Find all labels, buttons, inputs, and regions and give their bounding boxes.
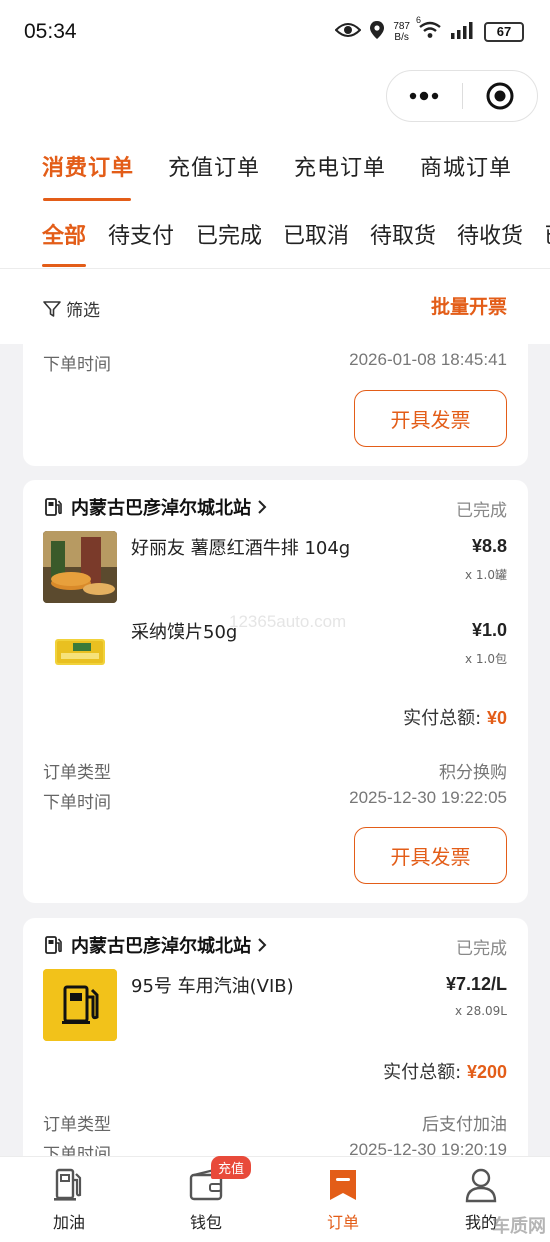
header-area: 消费订单 充值订单 充电订单 商城订单 全部 待支付 已完成 已取消 待取货 待… xyxy=(0,64,550,344)
order-total: 实付总额: ¥0 xyxy=(403,704,507,730)
status-bar: 05:34 787 B/s 6 67 xyxy=(0,0,550,64)
fuel-pump-icon xyxy=(43,969,117,1041)
network-speed-value: 787 xyxy=(393,21,410,32)
total-label: 实付总额: xyxy=(403,708,482,729)
filter-row: 筛选 批量开票 xyxy=(0,270,550,344)
order-type-label: 订单类型 xyxy=(43,763,111,783)
issue-invoice-button[interactable]: 开具发票 xyxy=(354,827,507,884)
more-dots-icon xyxy=(410,91,439,101)
subtab-completed[interactable]: 已完成 xyxy=(196,218,262,250)
filter-label: 筛选 xyxy=(66,301,100,321)
product-price: ¥7.12/L xyxy=(445,974,507,994)
tab-charging-orders[interactable]: 充电订单 xyxy=(294,150,386,182)
total-amount: ¥0 xyxy=(486,708,507,728)
order-time-label: 下单时间 xyxy=(43,793,111,813)
product-image-snack xyxy=(43,531,117,603)
close-mini-program-button[interactable] xyxy=(463,71,538,121)
battery-indicator: 67 xyxy=(484,22,524,42)
fuel-pump-icon xyxy=(54,1168,82,1201)
network-speed: 787 B/s xyxy=(393,21,410,43)
location-icon xyxy=(369,20,385,44)
station-link[interactable]: 内蒙古巴彦淖尔城北站 xyxy=(43,494,267,520)
order-time-value: 2025-12-30 19:20:19 xyxy=(349,1140,507,1156)
mini-program-capsule xyxy=(386,70,538,122)
user-icon xyxy=(465,1168,497,1203)
subtab-all[interactable]: 全部 xyxy=(42,218,86,250)
nav-label: 订单 xyxy=(326,1213,359,1232)
product-quantity: x 1.0包 xyxy=(464,652,507,666)
tab-recharge-orders[interactable]: 充值订单 xyxy=(168,150,260,182)
order-type-value: 后支付加油 xyxy=(422,1115,507,1134)
product-price: ¥8.8 xyxy=(471,536,507,556)
product-quantity: x 28.09L xyxy=(455,1004,507,1018)
subtab-pending-receipt[interactable]: 待收货 xyxy=(457,218,523,250)
order-time-label: 下单时间 xyxy=(43,1145,111,1156)
order-card[interactable]: 内蒙古巴彦淖尔城北站 已完成 好丽友 薯愿红酒牛排 104g ¥8.8 x 1.… xyxy=(23,480,528,903)
gas-station-icon xyxy=(45,936,62,954)
order-time-value: 2025-12-30 19:22:05 xyxy=(349,788,507,807)
bottom-nav: 加油 钱包 订单 我的 xyxy=(0,1156,550,1242)
network-generation: 6 xyxy=(416,15,422,25)
main-tabs: 消费订单 充值订单 充电订单 商城订单 xyxy=(0,150,550,202)
batch-invoice-button[interactable]: 批量开票 xyxy=(431,292,507,319)
tab-mall-orders[interactable]: 商城订单 xyxy=(420,150,512,182)
issue-invoice-button[interactable]: 开具发票 xyxy=(354,390,507,447)
product-image-bread-chips xyxy=(43,617,117,689)
funnel-icon xyxy=(43,300,61,317)
product-name: 采纳馍片50g xyxy=(131,622,238,643)
order-type-label: 订单类型 xyxy=(43,1115,111,1135)
order-list[interactable]: 下单时间 2026-01-08 18:45:41 开具发票 内蒙古巴彦淖尔城北站… xyxy=(0,344,550,1156)
recharge-badge[interactable]: 充值 xyxy=(211,1156,252,1179)
gas-station-icon xyxy=(45,498,62,516)
status-filter-tabs: 全部 待支付 已完成 已取消 待取货 待收货 已 xyxy=(0,218,550,270)
status-time: 05:34 xyxy=(24,20,77,43)
subtab-pending-payment[interactable]: 待支付 xyxy=(108,218,174,250)
order-time-label: 下单时间 xyxy=(43,355,111,375)
subtab-cancelled[interactable]: 已取消 xyxy=(283,218,349,250)
order-status: 已完成 xyxy=(456,501,507,521)
nav-orders[interactable]: 订单 xyxy=(298,1167,388,1233)
watermark-text: 12365auto.com xyxy=(229,612,347,631)
order-card[interactable]: 内蒙古巴彦淖尔城北站 已完成 95号 车用汽油(VIB) ¥7.12/L x 2… xyxy=(23,918,528,1156)
order-card: 下单时间 2026-01-08 18:45:41 开具发票 xyxy=(23,344,528,466)
station-name: 内蒙古巴彦淖尔城北站 xyxy=(71,498,251,519)
order-status: 已完成 xyxy=(456,939,507,959)
total-amount: ¥200 xyxy=(466,1062,507,1082)
nav-label: 加油 xyxy=(52,1213,85,1232)
network-speed-unit: B/s xyxy=(394,32,409,43)
tabs-divider xyxy=(0,268,550,269)
corner-watermark: 车质网 xyxy=(492,1216,546,1236)
order-time-value: 2026-01-08 18:45:41 xyxy=(349,350,507,369)
wifi-icon: 6 xyxy=(416,15,442,43)
filter-button[interactable]: 筛选 xyxy=(42,296,100,321)
nav-refuel[interactable]: 加油 xyxy=(24,1167,114,1233)
station-name: 内蒙古巴彦淖尔城北站 xyxy=(71,936,251,957)
product-name: 好丽友 薯愿红酒牛排 104g xyxy=(131,538,351,559)
eye-icon xyxy=(334,21,362,43)
fuel-product-tile xyxy=(43,969,117,1041)
product-price: ¥1.0 xyxy=(471,620,507,640)
order-total: 实付总额: ¥200 xyxy=(383,1058,507,1084)
main-tab-indicator xyxy=(43,198,131,201)
order-type-value: 积分换购 xyxy=(439,763,507,782)
subtab-pending-pickup[interactable]: 待取货 xyxy=(370,218,436,250)
chevron-right-icon xyxy=(258,938,267,952)
target-close-icon xyxy=(486,82,514,110)
subtab-indicator xyxy=(42,264,86,267)
station-link[interactable]: 内蒙古巴彦淖尔城北站 xyxy=(43,932,267,958)
signal-icon xyxy=(450,21,476,43)
chevron-right-icon xyxy=(258,500,267,514)
order-bookmark-icon xyxy=(330,1170,356,1200)
more-options-button[interactable] xyxy=(387,71,462,121)
status-icons: 787 B/s 6 67 xyxy=(334,15,524,44)
total-label: 实付总额: xyxy=(383,1062,462,1083)
product-quantity: x 1.0罐 xyxy=(464,568,507,582)
tab-consumption-orders[interactable]: 消费订单 xyxy=(42,150,134,182)
subtab-overflow[interactable]: 已 xyxy=(544,218,550,250)
product-name: 95号 车用汽油(VIB) xyxy=(131,976,294,997)
nav-label: 钱包 xyxy=(189,1213,222,1232)
